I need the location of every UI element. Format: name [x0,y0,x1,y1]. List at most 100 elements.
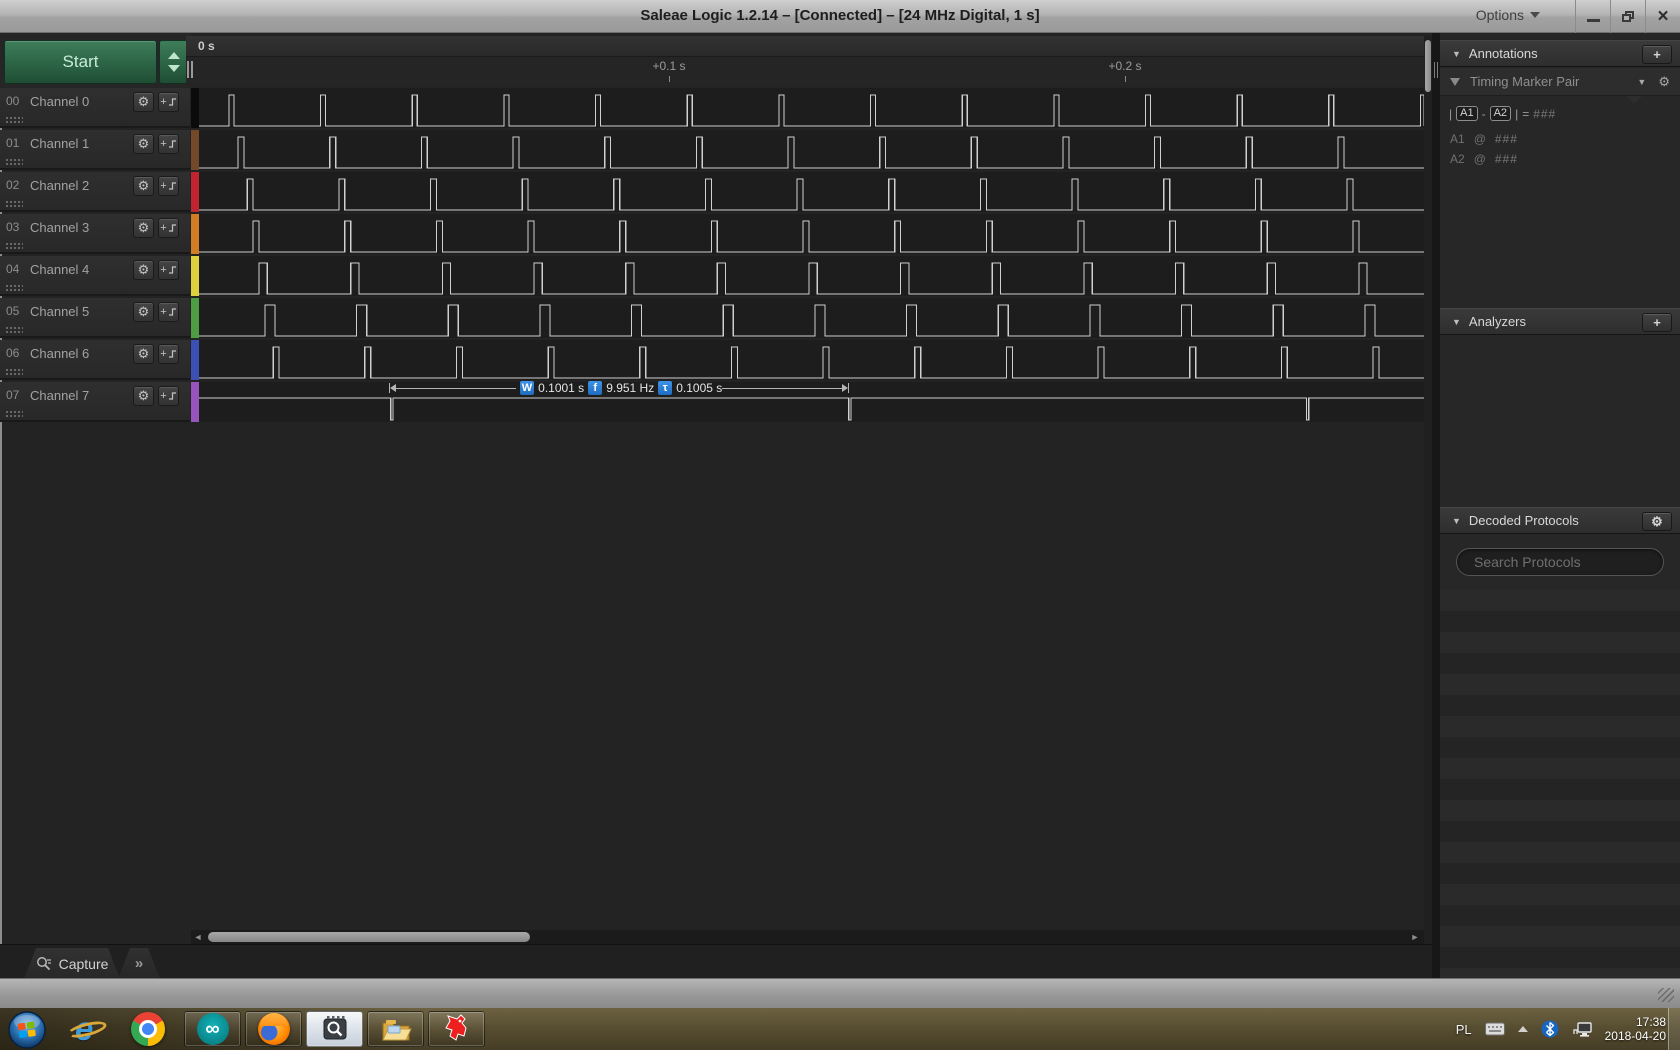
dropdown-caret-icon[interactable]: ▼ [1637,77,1646,87]
a1-chip[interactable]: A1 [1456,106,1478,121]
channel-settings-button[interactable]: ⚙ [133,134,154,154]
waveform-lane[interactable] [191,88,1424,128]
show-desktop-button[interactable] [1668,1008,1680,1050]
decoded-protocols-header[interactable]: ▼ Decoded Protocols ⚙ [1440,507,1680,534]
scroll-right-button[interactable]: ► [1410,932,1420,942]
channel-row[interactable]: 03 Channel 3 ⚙ + [0,214,190,254]
marker-settings-icon[interactable]: ⚙ [1658,74,1670,90]
frequency-badge: f [588,381,603,395]
annotations-header[interactable]: ▼ Annotations + [1440,40,1680,67]
chrome-icon[interactable] [131,1012,165,1046]
saleae-taskbar-button[interactable] [306,1011,363,1047]
gear-icon: ⚙ [137,346,150,361]
options-menu[interactable]: Options [1476,7,1540,23]
ie-icon[interactable]: e [66,1010,108,1048]
panel-divider-grip[interactable] [1434,62,1438,78]
gear-icon: ⚙ [1651,514,1663,529]
collapse-channels-control[interactable] [159,40,189,84]
scroll-left-button[interactable]: ◄ [193,932,203,942]
channel-settings-button[interactable]: ⚙ [133,92,154,112]
add-trigger-button[interactable]: + [158,344,179,364]
add-trigger-button[interactable]: + [158,218,179,238]
channel-color-strip [191,130,199,170]
waveform-lane[interactable] [191,340,1424,380]
explorer-folder-icon [381,1020,412,1041]
add-trigger-button[interactable]: + [158,302,179,322]
channel-settings-button[interactable]: ⚙ [133,344,154,364]
restore-button[interactable] [1610,0,1645,33]
drag-dots[interactable] [5,116,23,123]
protocol-search-input[interactable] [1474,554,1655,570]
add-analyzer-button[interactable]: + [1642,313,1672,332]
waveform-lane[interactable] [191,214,1424,254]
channel-settings-button[interactable]: ⚙ [133,218,154,238]
show-hidden-icons[interactable] [1517,1026,1528,1032]
vertical-scrollbar[interactable] [1424,36,1432,944]
drag-dots[interactable] [5,284,23,291]
channel-row[interactable]: 07 Channel 7 ⚙ + [0,382,190,422]
channel-settings-button[interactable]: ⚙ [133,302,154,322]
waveform-lane[interactable] [191,172,1424,212]
add-trigger-button[interactable]: + [158,176,179,196]
channel-label: Channel 6 [30,346,90,361]
a2-chip[interactable]: A2 [1489,106,1512,121]
firefox-taskbar-button[interactable] [245,1011,302,1047]
drag-dots[interactable] [5,158,23,165]
ruler-tick-mark [669,76,670,82]
channel-settings-button[interactable]: ⚙ [133,260,154,280]
protocol-search[interactable] [1456,548,1664,576]
add-trigger-button[interactable]: + [158,386,179,406]
channel-row[interactable]: 00 Channel 0 ⚙ + [0,88,190,128]
channel-label: Channel 7 [30,388,90,403]
channel-row[interactable]: 02 Channel 2 ⚙ + [0,172,190,212]
channel-settings-button[interactable]: ⚙ [133,386,154,406]
horizontal-scrollbar[interactable]: ◄ ► [191,930,1424,944]
drag-dots[interactable] [5,242,23,249]
tab-overflow-button[interactable]: » [118,948,160,979]
timing-marker-pair-row[interactable]: Timing Marker Pair ▼ ⚙ [1440,68,1680,96]
waveform-area[interactable] [191,88,1424,424]
channel-row[interactable]: 04 Channel 4 ⚙ + [0,256,190,296]
window-bottom-border [0,978,1680,1008]
taskbar-clock[interactable]: 17:38 2018-04-20 [1605,1015,1666,1043]
add-trigger-button[interactable]: + [158,92,179,112]
cheat-engine-taskbar-button[interactable] [428,1011,485,1047]
drag-dots[interactable] [5,410,23,417]
protocols-settings-button[interactable]: ⚙ [1642,512,1672,531]
timeline-tick-area[interactable] [186,57,1424,87]
drag-dots[interactable] [5,326,23,333]
add-trigger-button[interactable]: + [158,260,179,280]
start-button-label: Start [62,52,99,71]
channel-settings-button[interactable]: ⚙ [133,176,154,196]
measurement-tooltip: W 0.1001 s f 9.951 Hz τ 0.1005 s [389,380,850,396]
vertical-scrollbar-thumb[interactable] [1425,40,1431,92]
network-icon[interactable] [1572,1021,1592,1038]
add-trigger-button[interactable]: + [158,134,179,154]
drag-dots[interactable] [5,368,23,375]
explorer-taskbar-button[interactable] [367,1011,424,1047]
close-button[interactable]: × [1645,0,1680,33]
channel-row[interactable]: 06 Channel 6 ⚙ + [0,340,190,380]
waveform-lane[interactable] [191,130,1424,170]
keyboard-icon[interactable] [1484,1022,1505,1036]
minimize-button[interactable] [1575,0,1610,33]
panel-divider[interactable] [1432,33,1440,978]
drag-dots[interactable] [5,200,23,207]
horizontal-scrollbar-thumb[interactable] [208,932,530,942]
add-annotation-button[interactable]: + [1642,45,1672,64]
capture-tab[interactable]: Capture [24,948,120,979]
measure-line [722,387,843,389]
width-value: 0.1001 s [538,381,585,395]
arduino-taskbar-button[interactable]: ∞ [184,1011,241,1047]
waveform-lane[interactable] [191,256,1424,296]
resize-grip[interactable] [1658,988,1674,1002]
bluetooth-icon[interactable] [1541,1020,1559,1038]
start-button[interactable]: Start [4,40,157,84]
language-indicator[interactable]: PL [1456,1022,1472,1037]
analyzers-header[interactable]: ▼ Analyzers + [1440,308,1680,335]
channel-row[interactable]: 01 Channel 1 ⚙ + [0,130,190,170]
waveform-lane[interactable] [191,298,1424,338]
ruler-pan-grip[interactable] [187,61,193,78]
channel-row[interactable]: 05 Channel 5 ⚙ + [0,298,190,338]
start-orb[interactable] [7,1010,47,1050]
